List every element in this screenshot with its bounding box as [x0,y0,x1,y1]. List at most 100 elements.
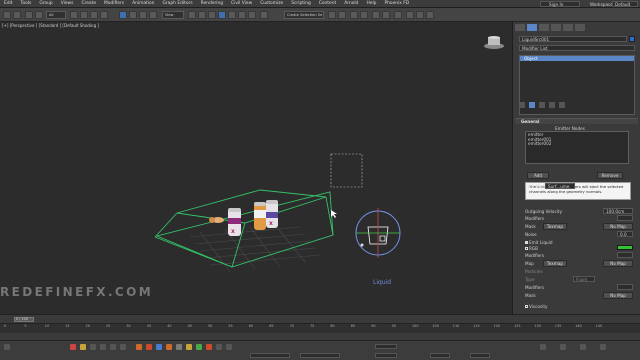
link-icon[interactable] [25,11,33,19]
viewport-label[interactable]: [+] [Perspective ] [Standard ] [Default … [2,23,99,28]
render-production-icon[interactable] [426,11,434,19]
menu-help[interactable]: Help [362,1,380,6]
rgb-color-swatch[interactable] [617,245,633,250]
create-tab-icon[interactable] [515,24,525,31]
scale-icon[interactable] [139,11,147,19]
unlink-icon[interactable] [35,11,43,19]
pin-stack-icon[interactable] [519,102,525,108]
liquid-modifiers-field[interactable] [617,252,633,258]
phoenix-particles-icon[interactable] [196,344,202,350]
particles-mask-no-map-button[interactable]: No Map [603,292,633,299]
time-config-field[interactable] [470,353,490,358]
selection-lock-icon[interactable] [80,344,86,350]
isolate-selection-icon[interactable] [70,344,76,350]
menu-content[interactable]: Content [315,1,340,6]
emitter-nodes-list[interactable]: emitter emitter001 emitter002 [525,131,629,164]
map-no-map-button[interactable]: No Map [603,260,633,267]
set-key-button[interactable] [375,353,397,358]
next-frame-icon[interactable] [110,344,116,350]
viscosity-checkbox[interactable] [525,305,528,308]
current-frame-field[interactable] [430,353,450,358]
select-by-name-icon[interactable] [80,11,88,19]
remove-modifier-icon[interactable] [549,102,555,108]
soda-can-2[interactable] [254,202,266,230]
map-texmap-dropdown[interactable]: Texmap [543,260,567,267]
list-item[interactable]: emitter002 [528,142,626,147]
mask-no-map-button[interactable]: No Map [603,223,633,230]
menu-modifiers[interactable]: Modifiers [100,1,128,6]
orbit-icon[interactable] [560,344,566,350]
rgb-label[interactable]: RGB [525,246,538,251]
menu-create[interactable]: Create [77,1,100,6]
phoenix-rigid-icon[interactable] [206,344,212,350]
stack-item-object[interactable]: Object [520,56,634,61]
menu-arnold[interactable]: Arnold [340,1,362,6]
modifiers-field[interactable] [617,215,633,221]
menu-phoenix-fd[interactable]: Phoenix FD [380,1,413,6]
hierarchy-tab-icon[interactable] [539,24,549,31]
move-icon[interactable] [119,11,127,19]
candy-emitter[interactable] [209,217,224,223]
phoenix-render-icon[interactable] [226,344,232,350]
object-name-field[interactable]: LiquidSrc001 [519,36,627,42]
go-to-end-icon[interactable] [120,344,126,350]
material-editor-icon[interactable] [394,11,402,19]
keyboard-shortcut-icon[interactable] [208,11,216,19]
menu-graph-editors[interactable]: Graph Editors [158,1,196,6]
spinner-snap-icon[interactable] [248,11,256,19]
rendered-frame-window-icon[interactable] [416,11,424,19]
soda-can-1[interactable]: x [228,208,241,236]
perspective-viewport[interactable]: x x [+] [Perspective] [Standard] [Defa… [0,22,512,314]
rotate-icon[interactable] [129,11,137,19]
time-slider[interactable]: 0 / 100 [14,317,34,322]
phoenix-tools-icon[interactable] [216,344,222,350]
curve-editor-icon[interactable] [372,11,380,19]
menu-group[interactable]: Group [35,1,56,6]
display-tab-icon[interactable] [563,24,573,31]
modifier-list-dropdown[interactable]: Modifier List [519,45,635,51]
place-icon[interactable] [149,11,157,19]
window-crossing-icon[interactable] [100,11,108,19]
y-coordinate-field[interactable] [300,353,340,358]
menu-animation[interactable]: Animation [128,1,158,6]
maxscript-listener-icon[interactable] [4,344,10,350]
menu-rendering[interactable]: Rendering [197,1,227,6]
object-color-swatch[interactable] [629,36,635,42]
phoenix-source-icon[interactable] [166,344,172,350]
viscosity-label[interactable]: Viscosity [525,304,547,309]
liquid-container-box[interactable] [154,189,334,268]
redo-icon[interactable] [13,11,21,19]
phoenix-foam-icon[interactable] [186,344,192,350]
pan-icon[interactable] [580,344,586,350]
schematic-view-icon[interactable] [382,11,390,19]
absolute-mode-icon[interactable] [90,344,96,350]
emit-liquid-checkbox[interactable] [525,241,528,244]
modify-tab-icon[interactable] [527,24,537,31]
phoenix-liquid-icon[interactable] [156,344,162,350]
rgb-checkbox[interactable] [525,247,528,250]
liquid-source-helper[interactable] [355,208,401,258]
mirror-icon[interactable] [328,11,336,19]
general-rollout-header[interactable]: General [515,118,638,124]
snaps-toggle-icon[interactable] [218,11,226,19]
show-end-result-icon[interactable] [529,102,535,108]
motion-tab-icon[interactable] [551,24,561,31]
percent-snap-icon[interactable] [238,11,246,19]
make-unique-icon[interactable] [539,102,545,108]
menu-tools[interactable]: Tools [17,1,36,6]
auto-key-button[interactable] [375,344,397,349]
named-selection-sets-dropdown[interactable]: Create Selection Se [284,11,324,19]
layer-explorer-icon[interactable] [360,11,368,19]
align-icon[interactable] [338,11,346,19]
edit-named-sets-icon[interactable] [260,11,268,19]
menu-edit[interactable]: Edit [0,1,17,6]
sign-in-button[interactable]: Sign In [540,1,580,7]
soda-can-3[interactable]: x [266,200,278,228]
angle-snap-icon[interactable] [228,11,236,19]
type-dropdown[interactable]: Foam [573,276,595,282]
play-icon[interactable] [100,344,106,350]
remove-emitter-button[interactable]: Remove [597,172,623,179]
menu-scripting[interactable]: Scripting [287,1,315,6]
phoenix-simulate-icon[interactable] [136,344,142,350]
emit-liquid-label[interactable]: Emit Liquid [525,240,553,245]
